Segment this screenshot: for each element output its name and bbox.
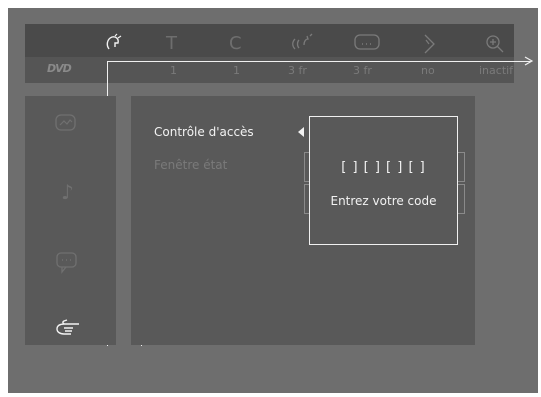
sidebar-strip — [108, 96, 116, 345]
angle-value: no — [421, 64, 435, 77]
chapter-value: 1 — [233, 64, 240, 77]
code-prompt: Entrez votre code — [330, 194, 437, 208]
code-entry-dialog: [ ] [ ] [ ] [ ] Entrez votre code — [309, 116, 458, 245]
picture-icon[interactable] — [55, 114, 77, 137]
option-bracket-right — [458, 152, 465, 182]
audio-value: 3 fr — [288, 64, 307, 77]
icon-bar — [25, 24, 514, 57]
sound-icon[interactable]: ♪ — [61, 180, 74, 204]
selection-line — [108, 61, 531, 62]
angle-icon[interactable] — [103, 33, 123, 57]
subtitle-icon[interactable] — [354, 33, 382, 56]
title-value: 1 — [170, 64, 177, 77]
code-input[interactable]: [ ] [ ] [ ] [ ] — [310, 160, 457, 175]
dvd-logo: DVD — [47, 62, 72, 75]
subtitle-value: 3 fr — [353, 64, 372, 77]
audio-icon[interactable] — [290, 33, 316, 56]
title-icon[interactable]: T — [166, 35, 177, 53]
arrow-right-icon — [524, 56, 534, 66]
menu-item-access-control[interactable]: Contrôle d'accès — [154, 125, 254, 139]
menu-item-status-window[interactable]: Fenêtre état — [154, 158, 227, 172]
selection-arrow-icon — [298, 127, 304, 137]
chapter-icon[interactable]: C — [229, 35, 242, 53]
language-icon[interactable] — [56, 252, 78, 279]
option-bracket-right — [458, 184, 465, 214]
zoom-icon[interactable] — [484, 33, 506, 58]
zoom-value: inactif — [479, 64, 514, 77]
angle-select-icon[interactable] — [420, 33, 440, 58]
features-icon[interactable] — [55, 318, 81, 341]
